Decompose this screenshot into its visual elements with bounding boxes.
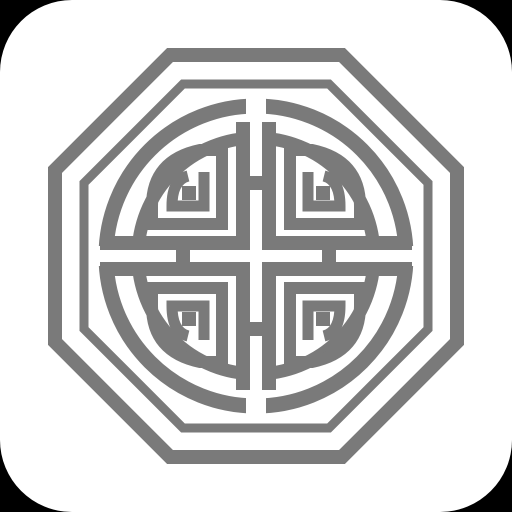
app-icon[interactable] — [0, 0, 512, 512]
octagon-knot-pattern — [48, 48, 464, 464]
emblem-icon — [0, 0, 512, 512]
